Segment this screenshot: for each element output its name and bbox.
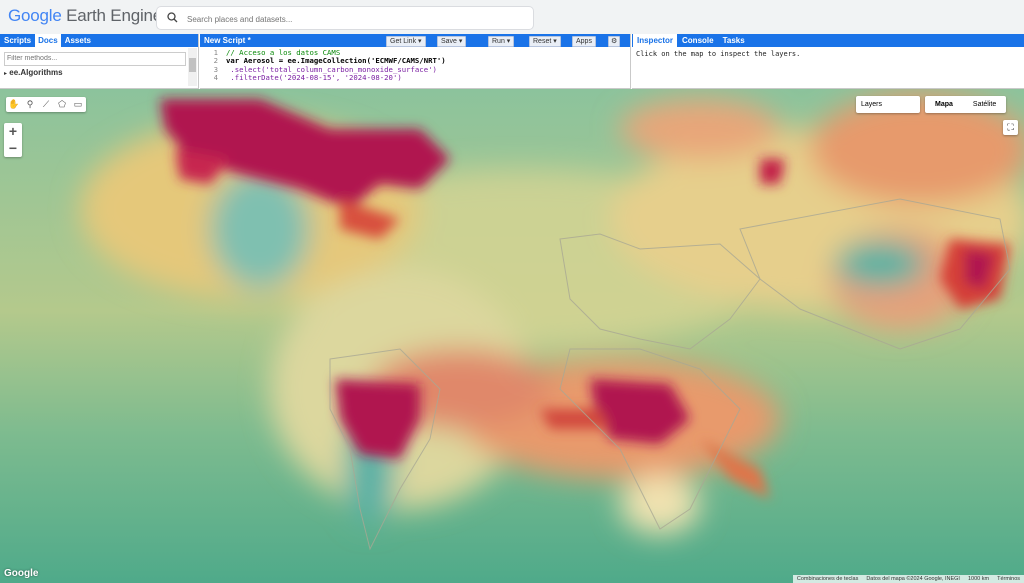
tab-inspector[interactable]: Inspector [633,34,678,47]
script-title[interactable]: New Script * [204,34,251,47]
get-link-label: Get Link [390,38,417,45]
tree-caret-icon: ▸ [4,70,8,77]
terms-link[interactable]: Términos [993,575,1024,583]
logo-google: Google [8,6,62,25]
scroll-thumb[interactable] [189,58,196,72]
right-panel-tabs: Inspector Console Tasks [632,34,1024,47]
save-label: Save [441,38,457,45]
left-panel: ScriptsDocsAssets ▸ ee.Algorithms [0,34,199,89]
earth-engine-logo[interactable]: Google Earth Engine [8,6,162,26]
tab-console[interactable]: Console [678,34,718,47]
rectangle-icon[interactable]: ▭ [70,97,86,112]
polyline-icon[interactable]: ⟋ [38,97,54,112]
layers-button[interactable]: Layers [856,96,920,113]
top-bar: Google Earth Engine [0,0,1024,34]
tree-item-algorithms[interactable]: ▸ ee.Algorithms [0,68,198,77]
apps-button[interactable]: Apps [572,36,596,47]
code-area[interactable]: 1// Acceso a los datos CAMS 2 var Aerosol… [200,47,630,82]
fullscreen-icon[interactable]: ⛶ [1003,120,1018,135]
reset-label: Reset [533,38,552,45]
map-type-map[interactable]: Mapa [925,96,963,113]
gear-icon[interactable]: ⚙ [608,36,621,47]
reset-button[interactable]: Reset ▾ [529,36,561,47]
logo-product: Earth Engine [66,6,163,25]
right-panel: Inspector Console Tasks Click on the map t… [632,34,1024,89]
run-button[interactable]: Run ▾ [488,36,515,47]
map-data-attribution: Datos del mapa ©2024 Google, INEGI [866,576,960,582]
hand-icon[interactable]: ✋ [6,97,22,112]
keyboard-shortcuts-link[interactable]: Combinaciones de teclas [793,575,862,583]
map-type-satellite[interactable]: Satélite [963,96,1006,113]
search-input[interactable] [185,10,519,28]
map-footer: Combinaciones de teclas Datos del mapa ©… [792,575,1024,583]
save-button[interactable]: Save ▾ [437,36,467,47]
filter-methods-input[interactable] [4,51,186,66]
tab-assets[interactable]: Assets [62,34,94,47]
code-editor-panel: New Script * Get Link ▾ Save ▾ Run ▾ Res… [200,34,631,89]
line-number: 4 [213,72,218,82]
tab-tasks[interactable]: Tasks [719,34,749,47]
zoom-out-button[interactable]: − [4,140,22,157]
scale-bar[interactable]: 1000 km [964,575,993,583]
zoom-controls: + − [4,123,22,157]
tab-scripts[interactable]: Scripts [1,34,34,47]
run-label: Run [492,38,505,45]
editor-header: New Script * Get Link ▾ Save ▾ Run ▾ Res… [200,34,630,47]
code-text: .filterDate('2024-08-15', '2024-08-20') [226,72,402,82]
polygon-icon[interactable]: ⬠ [54,97,70,112]
drawing-tools: ✋ ⚲ ⟋ ⬠ ▭ [6,97,86,112]
inspector-message: Click on the map to inspect the layers. [636,50,801,58]
left-panel-tabs: Scripts Docs Assets [0,34,198,47]
map-canvas[interactable]: ✋ ⚲ ⟋ ⬠ ▭ + − Layers Mapa Satélite ⛶ Goo… [0,89,1024,583]
code-line: 4 .filterDate('2024-08-15', '2024-08-20'… [200,72,630,82]
map-type-toggle: Mapa Satélite [925,96,1007,113]
co-map-layer [0,89,1024,583]
tree-item-label: ee.Algorithms [9,67,63,77]
google-map-logo: Google [4,568,39,579]
left-scrollbar[interactable] [188,48,197,86]
get-link-button[interactable]: Get Link ▾ [386,36,426,47]
zoom-in-button[interactable]: + [4,123,22,140]
point-marker-icon[interactable]: ⚲ [22,97,38,112]
tab-docs[interactable]: Docs [35,34,61,47]
search-box[interactable] [157,7,533,29]
search-icon [167,12,178,23]
